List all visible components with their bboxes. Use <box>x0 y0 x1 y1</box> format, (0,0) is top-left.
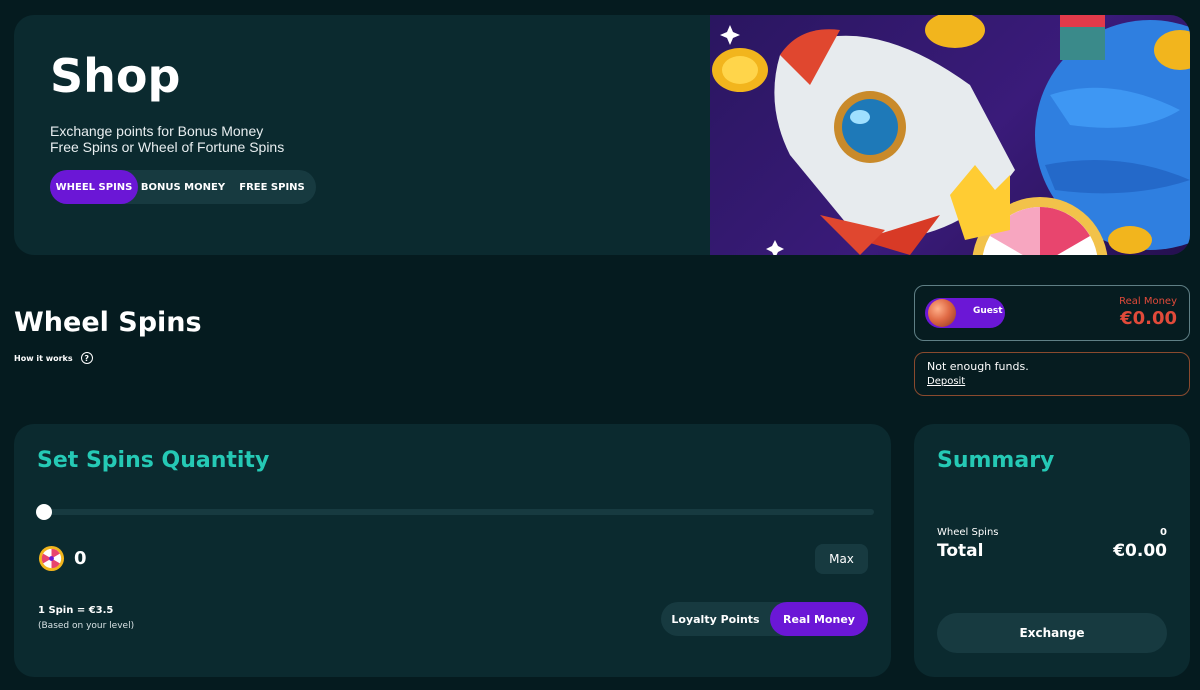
summary-total-value: €0.00 <box>1113 541 1167 561</box>
pay-loyalty-points[interactable]: Loyalty Points <box>661 602 770 636</box>
quantity-value: 0 <box>74 548 87 569</box>
page-subtitle: Exchange points for Bonus Money Free Spi… <box>50 123 284 155</box>
funds-message: Not enough funds. <box>927 360 1029 373</box>
subtitle-line-1: Exchange points for Bonus Money <box>50 123 264 139</box>
shop-tabs: WHEEL SPINS BONUS MONEY FREE SPINS <box>50 170 316 204</box>
tab-bonus-money[interactable]: BONUS MONEY <box>138 170 228 204</box>
spin-rate-note: (Based on your level) <box>38 621 135 631</box>
exchange-button[interactable]: Exchange <box>937 613 1167 653</box>
spins-card-title: Set Spins Quantity <box>37 448 270 473</box>
hero-illustration <box>710 15 1190 255</box>
fortune-wheel-icon <box>38 545 65 572</box>
balance-label: Real Money <box>1119 296 1177 307</box>
tab-free-spins[interactable]: FREE SPINS <box>228 170 316 204</box>
wallet-box: Guest Real Money €0.00 <box>914 285 1190 341</box>
payment-toggle: Loyalty Points Real Money <box>661 602 868 636</box>
spin-rate: 1 Spin = €3.5 <box>38 605 114 616</box>
summary-total-label: Total <box>937 541 984 561</box>
summary-title: Summary <box>937 448 1055 473</box>
funds-notice: Not enough funds. Deposit <box>914 352 1190 396</box>
summary-card: Summary Wheel Spins 0 Total €0.00 Exchan… <box>914 424 1190 677</box>
user-label: Guest <box>973 306 1003 316</box>
balance-amount: €0.00 <box>1120 308 1177 329</box>
planet-avatar-icon <box>928 299 956 327</box>
deposit-link[interactable]: Deposit <box>927 376 965 387</box>
quantity-slider-track[interactable] <box>44 509 874 515</box>
summary-item-label: Wheel Spins <box>937 527 999 538</box>
shop-banner: Shop Exchange points for Bonus Money Fre… <box>14 15 1190 255</box>
section-title: Wheel Spins <box>14 307 202 338</box>
spins-quantity-card: Set Spins Quantity 0 Max 1 Spin = €3.5 (… <box>14 424 891 677</box>
how-it-works-label: How it works <box>14 353 73 363</box>
rocket-illustration <box>712 15 1190 255</box>
user-pill[interactable]: Guest <box>925 298 1005 328</box>
tab-wheel-spins[interactable]: WHEEL SPINS <box>50 170 138 204</box>
page-title: Shop <box>50 49 181 103</box>
pay-real-money[interactable]: Real Money <box>770 602 868 636</box>
summary-item-value: 0 <box>1160 527 1167 538</box>
quantity-slider-thumb[interactable] <box>36 504 52 520</box>
max-button[interactable]: Max <box>815 544 868 574</box>
how-it-works-link[interactable]: How it works ? <box>14 352 93 364</box>
subtitle-line-2: Free Spins or Wheel of Fortune Spins <box>50 139 285 155</box>
question-icon: ? <box>80 352 93 364</box>
